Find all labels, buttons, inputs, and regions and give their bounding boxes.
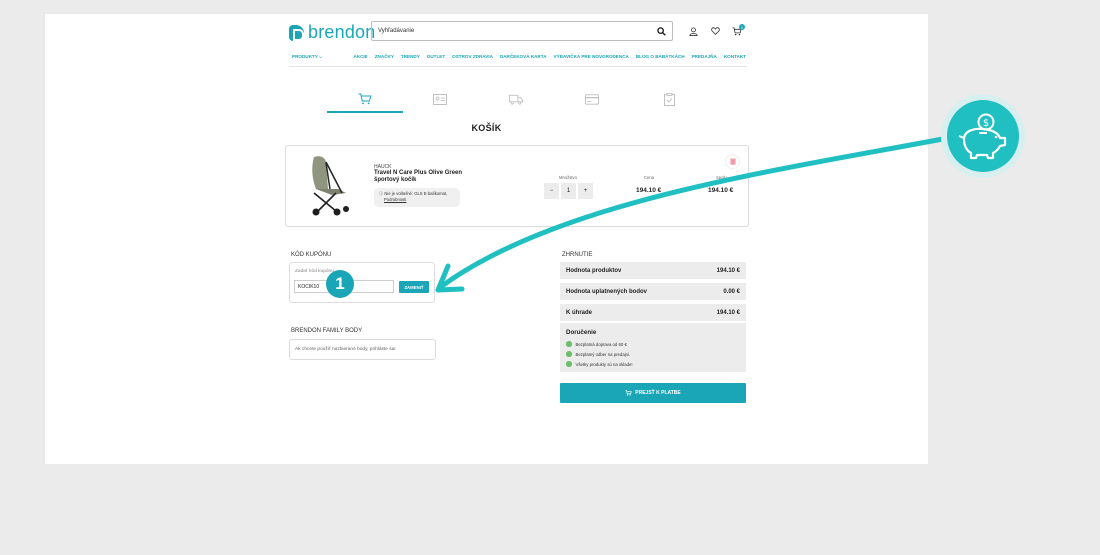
piggy-bank-badge: $ (941, 94, 1025, 178)
tutorial-arrow-overlay (435, 135, 951, 293)
piggy-bank-icon: $ (958, 113, 1007, 160)
svg-text:$: $ (983, 118, 989, 129)
